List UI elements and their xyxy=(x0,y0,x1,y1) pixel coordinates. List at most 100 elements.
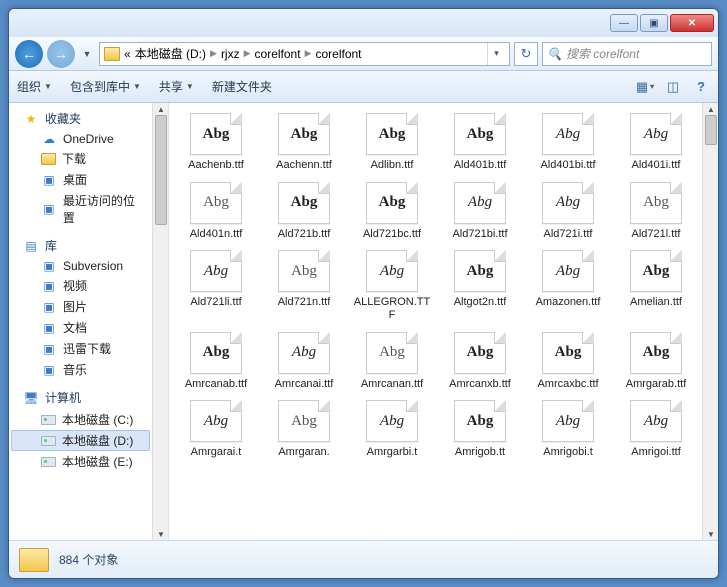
view-options-button[interactable]: ▦▾ xyxy=(636,79,654,95)
font-preview-glyph: Abg xyxy=(644,413,668,430)
file-item[interactable]: AbgAmrcanxb.ttf xyxy=(437,328,523,395)
maximize-button[interactable]: ▣ xyxy=(640,14,668,32)
file-item[interactable]: AbgALLEGRON.TTF xyxy=(349,246,435,325)
search-box[interactable]: 🔍 搜索 corelfont xyxy=(542,42,712,66)
breadcrumb-sep[interactable]: ▶ xyxy=(210,48,217,59)
font-preview-glyph: Abg xyxy=(379,126,406,143)
close-button[interactable]: ✕ xyxy=(670,14,714,32)
file-item[interactable]: AbgAld721l.ttf xyxy=(613,178,699,245)
file-list[interactable]: AbgAachenb.ttfAbgAachenn.ttfAbgAdlibn.tt… xyxy=(169,103,718,540)
sidebar-item[interactable]: 本地磁盘 (D:) xyxy=(11,430,150,451)
computer-header[interactable]: 🖥计算机 xyxy=(11,386,150,409)
file-item[interactable]: AbgAld721bi.ttf xyxy=(437,178,523,245)
file-item[interactable]: AbgAld721bc.ttf xyxy=(349,178,435,245)
content-scrollbar[interactable]: ▲ ▼ xyxy=(702,103,718,540)
address-part[interactable]: corelfont xyxy=(255,47,301,61)
sidebar-item[interactable]: 本地磁盘 (C:) xyxy=(11,409,150,430)
scroll-thumb[interactable] xyxy=(705,115,717,145)
file-name: Aachenn.ttf xyxy=(276,159,332,172)
sidebar-item[interactable]: ▣视频 xyxy=(11,275,150,296)
file-name: Amrcanxb.ttf xyxy=(449,378,511,391)
file-name: Amazonen.ttf xyxy=(536,296,601,309)
file-item[interactable]: AbgAld401b.ttf xyxy=(437,109,523,176)
file-item[interactable]: AbgAachenb.ttf xyxy=(173,109,259,176)
scroll-thumb[interactable] xyxy=(155,115,167,225)
search-icon: 🔍 xyxy=(547,47,562,61)
address-part[interactable]: 本地磁盘 (D:) xyxy=(135,45,206,62)
sidebar-item[interactable]: ☁OneDrive xyxy=(11,130,150,148)
sidebar-item[interactable]: ▣最近访问的位置 xyxy=(11,190,150,228)
file-item[interactable]: AbgAld721li.ttf xyxy=(173,246,259,325)
scroll-up-icon[interactable]: ▲ xyxy=(703,103,718,115)
file-item[interactable]: AbgAmrgaran. xyxy=(261,396,347,463)
breadcrumb-sep[interactable]: ▶ xyxy=(244,48,251,59)
file-item[interactable]: AbgAmrgarai.t xyxy=(173,396,259,463)
forward-button[interactable]: → xyxy=(47,40,75,68)
history-dropdown[interactable]: ▼ xyxy=(79,40,95,68)
font-preview-glyph: Abg xyxy=(468,194,492,211)
sidebar-item[interactable]: 本地磁盘 (E:) xyxy=(11,451,150,472)
status-bar: 884 个对象 xyxy=(9,540,718,578)
preview-pane-button[interactable]: ◫ xyxy=(664,79,682,95)
file-item[interactable]: AbgAmrigob.tt xyxy=(437,396,523,463)
file-item[interactable]: AbgAmrgarab.ttf xyxy=(613,328,699,395)
font-thumbnail: Abg xyxy=(190,113,242,155)
font-preview-glyph: Abg xyxy=(644,126,668,143)
help-button[interactable]: ? xyxy=(692,79,710,95)
titlebar[interactable]: — ▣ ✕ xyxy=(9,9,718,37)
address-part[interactable]: corelfont xyxy=(315,47,361,61)
organize-menu[interactable]: 组织▼ xyxy=(17,78,52,95)
file-name: Amrgarai.t xyxy=(191,446,242,459)
sidebar-item[interactable]: ▣桌面 xyxy=(11,169,150,190)
share-menu[interactable]: 共享▼ xyxy=(159,78,194,95)
minimize-button[interactable]: — xyxy=(610,14,638,32)
file-item[interactable]: AbgAdlibn.ttf xyxy=(349,109,435,176)
file-item[interactable]: AbgAld401bi.ttf xyxy=(525,109,611,176)
file-item[interactable]: AbgAmrcaxbc.ttf xyxy=(525,328,611,395)
file-item[interactable]: AbgAld401i.ttf xyxy=(613,109,699,176)
refresh-button[interactable]: ↻ xyxy=(514,42,538,66)
scroll-down-icon[interactable]: ▼ xyxy=(703,528,718,540)
file-item[interactable]: AbgAld721i.ttf xyxy=(525,178,611,245)
file-name: Ald721i.ttf xyxy=(544,228,593,241)
scroll-up-icon[interactable]: ▲ xyxy=(153,103,169,115)
navigation-pane[interactable]: ★收藏夹 ☁OneDrive下载▣桌面▣最近访问的位置 ▤库 ▣Subversi… xyxy=(9,103,169,540)
breadcrumb-sep[interactable]: ▶ xyxy=(305,48,312,59)
sidebar-item[interactable]: ▣迅雷下载 xyxy=(11,338,150,359)
file-item[interactable]: AbgAmrigoi.ttf xyxy=(613,396,699,463)
file-item[interactable]: AbgAmrcanab.ttf xyxy=(173,328,259,395)
file-item[interactable]: AbgAld721n.ttf xyxy=(261,246,347,325)
file-item[interactable]: AbgAmrigobi.t xyxy=(525,396,611,463)
font-thumbnail: Abg xyxy=(190,182,242,224)
folder-icon xyxy=(41,153,56,165)
file-item[interactable]: Abg Aachenn.ttf xyxy=(261,109,347,176)
file-item[interactable]: AbgAmrcanai.ttf xyxy=(261,328,347,395)
back-button[interactable]: ← xyxy=(15,40,43,68)
file-item[interactable]: AbgAltgot2n.ttf xyxy=(437,246,523,325)
sidebar-scrollbar[interactable]: ▲ ▼ xyxy=(152,103,168,540)
address-part[interactable]: rjxz xyxy=(221,47,240,61)
sidebar-item[interactable]: ▣文档 xyxy=(11,317,150,338)
font-thumbnail: Abg xyxy=(542,400,594,442)
drive-icon xyxy=(41,457,56,467)
sidebar-item[interactable]: ▣图片 xyxy=(11,296,150,317)
toolbar: 组织▼ 包含到库中▼ 共享▼ 新建文件夹 ▦▾ ◫ ? xyxy=(9,71,718,103)
libraries-header[interactable]: ▤库 xyxy=(11,234,150,257)
address-dropdown[interactable]: ▾ xyxy=(487,43,505,65)
font-preview-glyph: Abg xyxy=(291,126,318,143)
file-item[interactable]: AbgAmelian.ttf xyxy=(613,246,699,325)
sidebar-item[interactable]: 下载 xyxy=(11,148,150,169)
new-folder-button[interactable]: 新建文件夹 xyxy=(212,78,272,95)
file-item[interactable]: AbgAmrgarbi.t xyxy=(349,396,435,463)
file-name: Ald721li.ttf xyxy=(190,296,241,309)
file-item[interactable]: AbgAmrcanan.ttf xyxy=(349,328,435,395)
favorites-header[interactable]: ★收藏夹 xyxy=(11,107,150,130)
sidebar-item[interactable]: ▣Subversion xyxy=(11,257,150,275)
scroll-down-icon[interactable]: ▼ xyxy=(153,528,169,540)
file-item[interactable]: AbgAld401n.ttf xyxy=(173,178,259,245)
address-bar[interactable]: « 本地磁盘 (D:) ▶ rjxz ▶ corelfont ▶ corelfo… xyxy=(99,42,510,66)
include-in-library-menu[interactable]: 包含到库中▼ xyxy=(70,78,141,95)
sidebar-item[interactable]: ▣音乐 xyxy=(11,359,150,380)
file-item[interactable]: AbgAmazonen.ttf xyxy=(525,246,611,325)
file-item[interactable]: AbgAld721b.ttf xyxy=(261,178,347,245)
